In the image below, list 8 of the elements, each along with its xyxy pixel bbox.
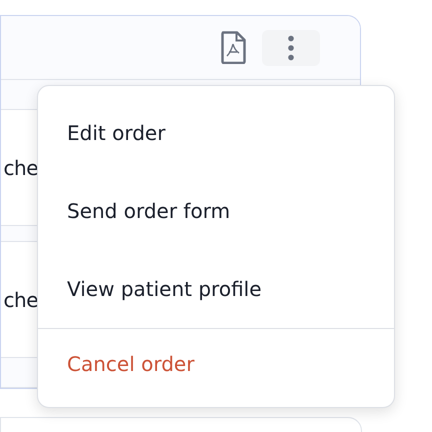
menu-item[interactable]: View patient profile xyxy=(38,250,394,328)
more-icon xyxy=(287,34,295,60)
more-button[interactable] xyxy=(262,30,320,66)
menu-item[interactable]: Send order form xyxy=(38,172,394,250)
menu-item[interactable]: Edit order xyxy=(38,94,394,172)
table-cell-text: che xyxy=(2,156,38,180)
pdf-file-icon[interactable] xyxy=(221,31,246,64)
table-cell-text: che xyxy=(2,288,38,312)
